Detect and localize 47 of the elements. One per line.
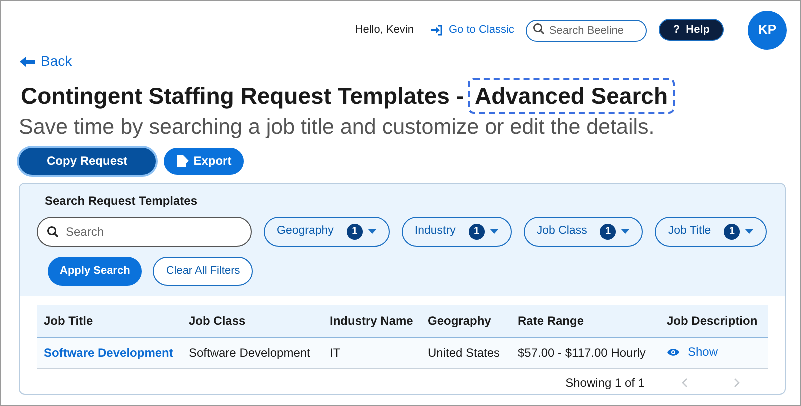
greeting-text: Hello, Kevin bbox=[355, 22, 414, 38]
help-button[interactable]: ? Help bbox=[659, 19, 724, 41]
caret-down-icon bbox=[745, 229, 754, 234]
job-title-link[interactable]: Software Development bbox=[44, 346, 174, 360]
show-link[interactable]: Show bbox=[667, 343, 718, 362]
table-cell: IT bbox=[330, 346, 341, 360]
table-cell: $57.00 - $117.00 Hourly bbox=[518, 346, 646, 360]
pagination-summary: Showing 1 of 1 bbox=[566, 374, 645, 392]
column-header: Job Description bbox=[666, 312, 759, 330]
copy-request-button[interactable]: Copy Request bbox=[19, 148, 156, 174]
page-title: Contingent Staffing Request Templates - bbox=[20, 82, 465, 111]
sign-in-icon bbox=[430, 24, 443, 36]
chevron-left-icon bbox=[682, 378, 688, 388]
back-link[interactable]: Back bbox=[19, 51, 72, 72]
chevron-right-icon bbox=[734, 378, 740, 388]
count-badge: 1 bbox=[468, 224, 485, 240]
clear-filters-button[interactable]: Clear All Filters bbox=[153, 256, 254, 286]
back-arrow-icon bbox=[19, 56, 36, 68]
panel-heading: Search Request Templates bbox=[45, 192, 199, 210]
count-badge: 1 bbox=[600, 224, 616, 240]
search-field[interactable]: Search Beeline bbox=[526, 20, 648, 42]
column-header: Rate Range bbox=[517, 312, 586, 330]
filter-dropdown[interactable]: Job Title 1 bbox=[655, 216, 768, 246]
user-avatar[interactable]: KP bbox=[748, 10, 787, 50]
eye-icon bbox=[667, 348, 680, 357]
column-header: Job Class bbox=[188, 312, 247, 330]
apply-search-button[interactable]: Apply Search bbox=[48, 256, 142, 286]
count-badge: 1 bbox=[724, 224, 740, 240]
column-header: Geography bbox=[427, 312, 492, 330]
filter-dropdown[interactable]: Job Class 1 bbox=[524, 216, 644, 246]
column-header: Industry Name bbox=[329, 312, 414, 330]
search-field[interactable]: Search bbox=[37, 216, 252, 246]
export-button[interactable]: Export bbox=[164, 148, 244, 174]
file-export-icon bbox=[176, 155, 189, 167]
column-header: Job Title bbox=[43, 312, 94, 330]
filter-dropdown[interactable]: Industry 1 bbox=[402, 216, 512, 246]
page-subtitle: Save time by searching a job title and customize or edit the details. bbox=[19, 114, 656, 140]
caret-down-icon bbox=[490, 229, 499, 234]
caret-down-icon bbox=[621, 229, 630, 234]
table-cell: United States bbox=[428, 346, 500, 360]
filter-dropdown[interactable]: Geography 1 bbox=[264, 216, 390, 246]
classic-link[interactable]: Go to Classic bbox=[430, 22, 514, 38]
table-cell: Software Development bbox=[189, 346, 310, 360]
caret-down-icon bbox=[368, 229, 377, 234]
count-badge: 1 bbox=[346, 224, 363, 240]
search-icon bbox=[533, 23, 546, 35]
page-title-highlight: Advanced Search bbox=[468, 78, 676, 114]
